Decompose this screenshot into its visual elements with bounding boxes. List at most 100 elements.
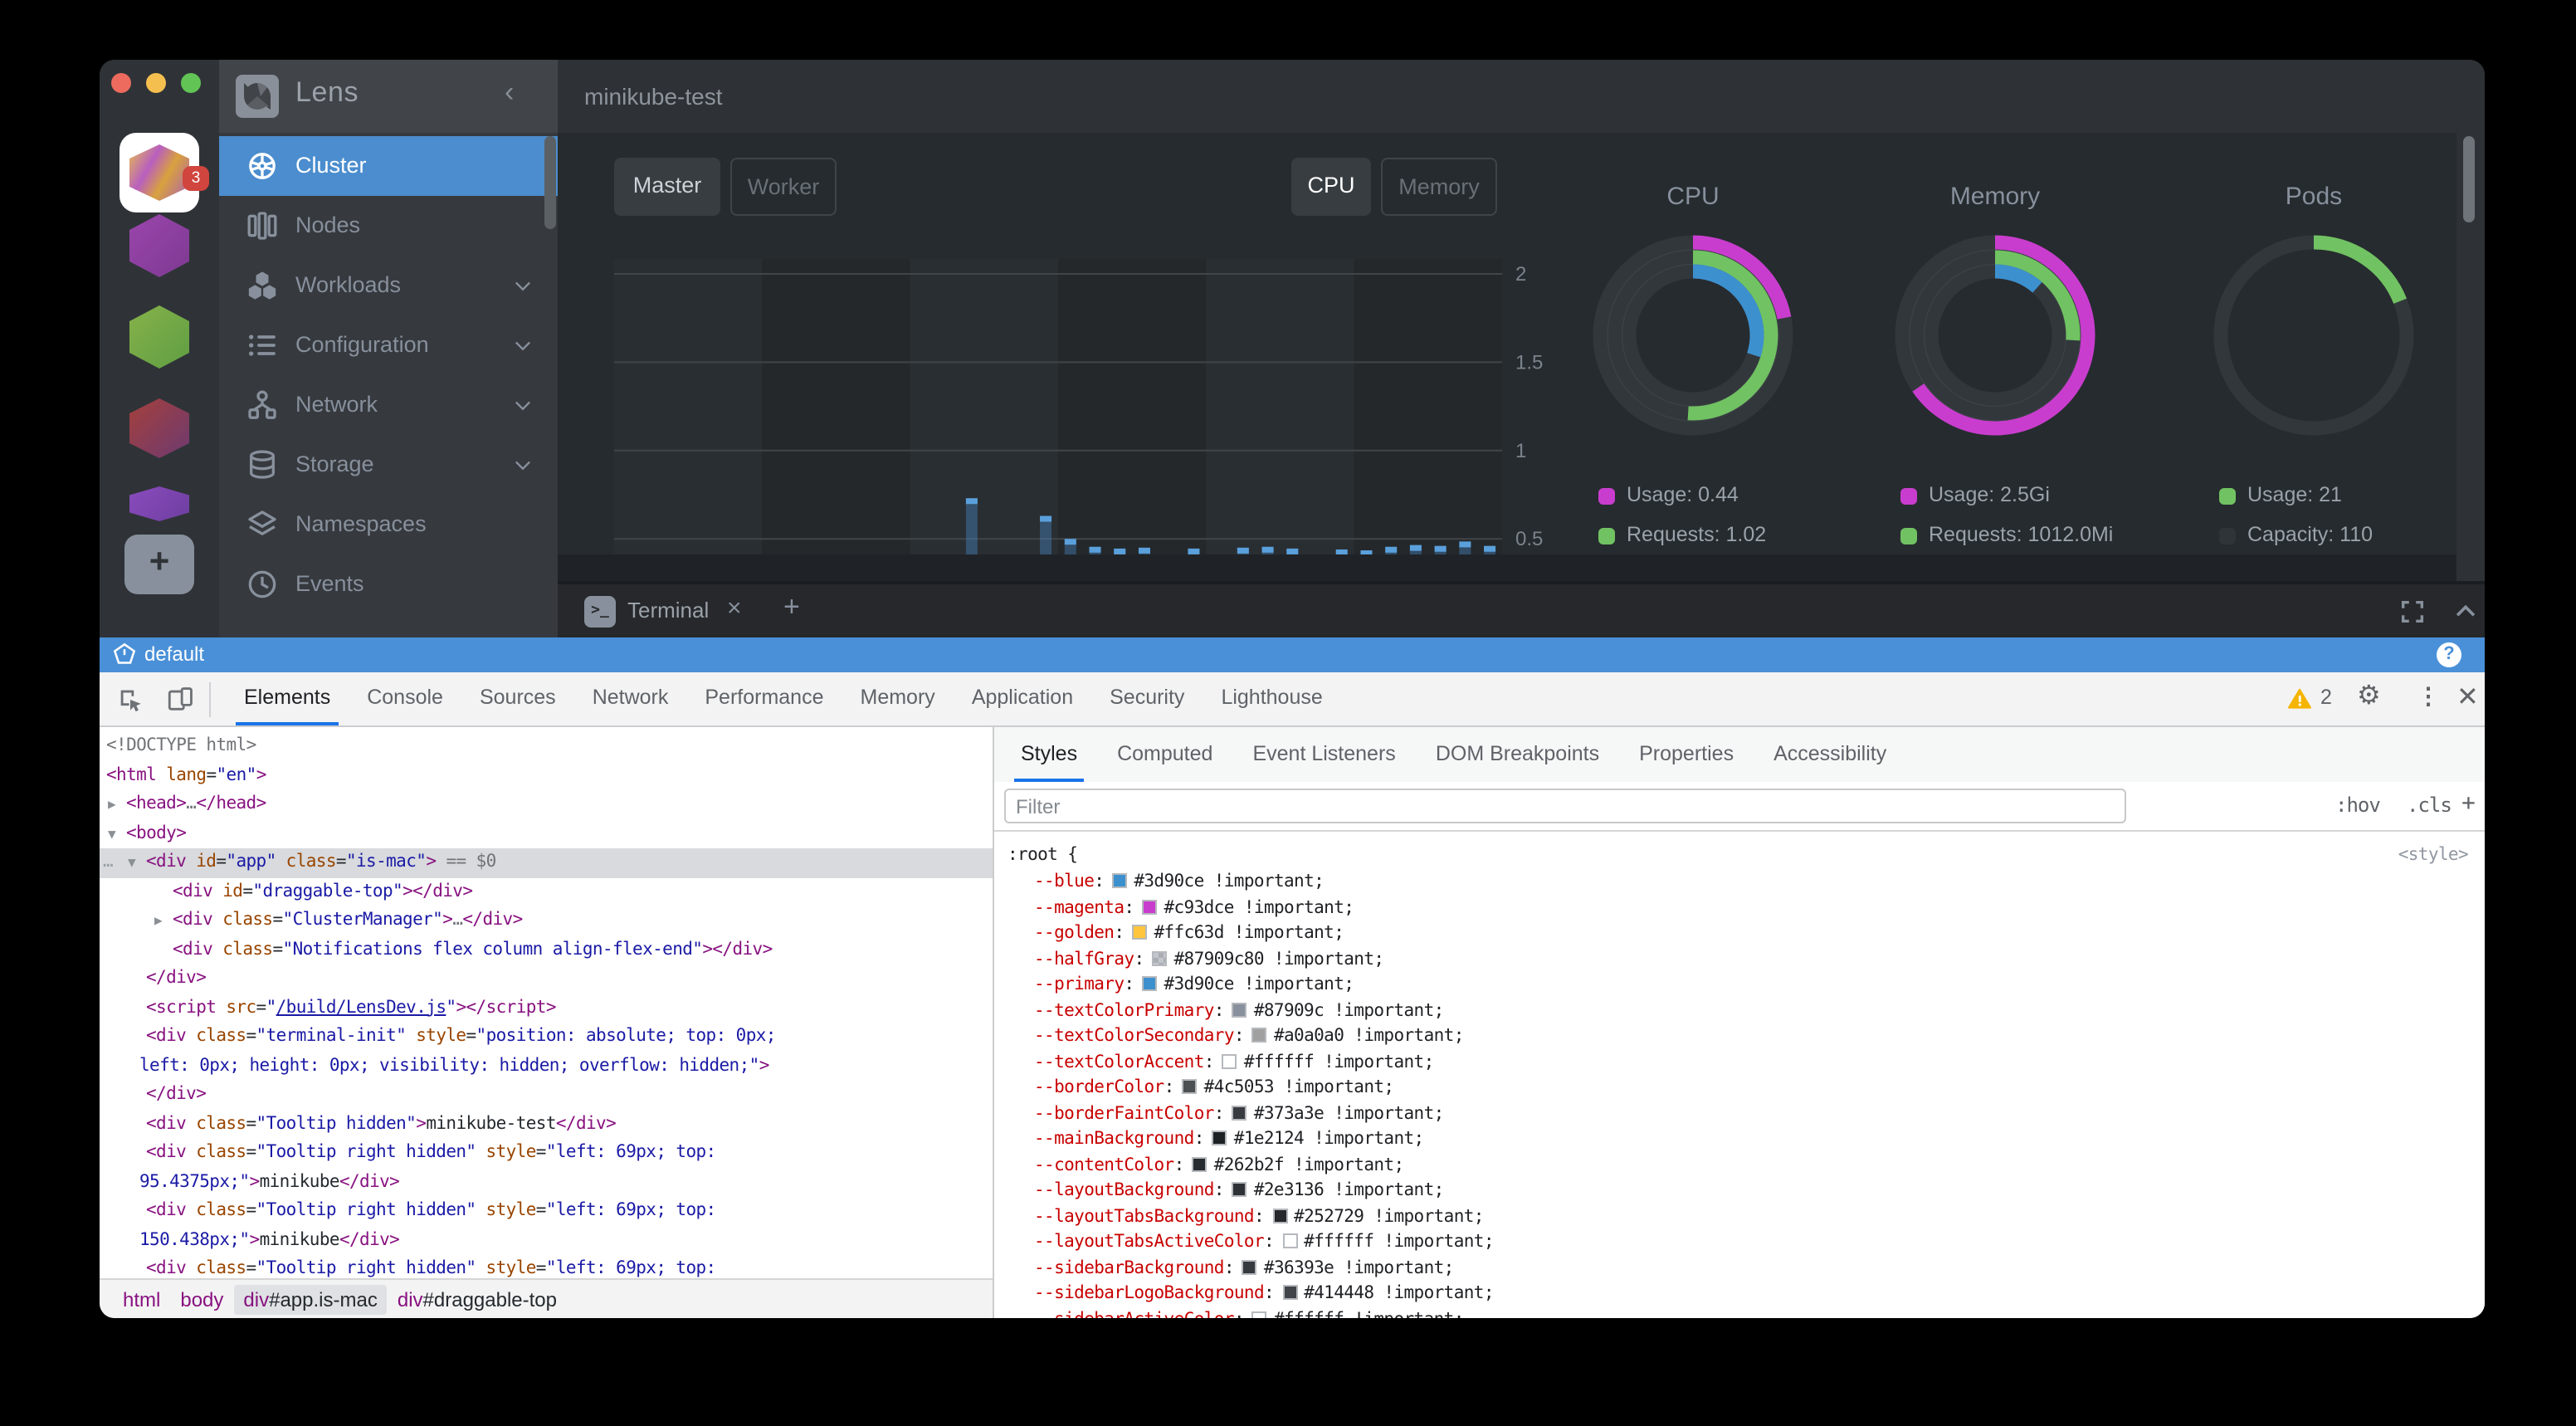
color-swatch[interactable] bbox=[1282, 1285, 1297, 1300]
css-variable-row[interactable]: --sidebarLogoBackground:#414448 !importa… bbox=[994, 1282, 2485, 1307]
color-swatch[interactable] bbox=[1232, 1105, 1247, 1120]
color-swatch[interactable] bbox=[1232, 1002, 1247, 1017]
gear-icon[interactable]: ⚙ bbox=[2357, 679, 2381, 712]
sidebar-item-workloads[interactable]: Workloads bbox=[219, 256, 558, 315]
warning-count[interactable]: 2 bbox=[2320, 686, 2332, 709]
styles-tab-properties[interactable]: Properties bbox=[1619, 727, 1754, 782]
sidebar-item-namespaces[interactable]: Namespaces bbox=[219, 495, 558, 554]
rule-selector[interactable]: :root { bbox=[1007, 845, 1077, 865]
terminal-add-icon[interactable]: + bbox=[783, 591, 800, 624]
dom-tree-line[interactable]: </div> bbox=[100, 1081, 993, 1110]
dom-tree-line[interactable]: <html lang="en"> bbox=[100, 761, 993, 790]
css-variable-row[interactable]: --halfGray:#87909c80 !important; bbox=[994, 947, 2485, 973]
breadcrumb-item[interactable]: body bbox=[170, 1284, 233, 1314]
dom-tree-line[interactable]: <div id="draggable-top"></div> bbox=[100, 877, 993, 906]
color-swatch[interactable] bbox=[1212, 1131, 1227, 1145]
css-variable-row[interactable]: --layoutBackground:#2e3136 !important; bbox=[994, 1179, 2485, 1204]
color-swatch[interactable] bbox=[1153, 950, 1168, 965]
inspect-element-icon[interactable] bbox=[116, 686, 144, 714]
terminal-collapse-icon[interactable] bbox=[2452, 598, 2480, 626]
devtools-tab-sources[interactable]: Sources bbox=[461, 672, 574, 725]
dom-tree-line[interactable]: 150.438px;">minikube</div> bbox=[100, 1226, 993, 1255]
devtools-tab-network[interactable]: Network bbox=[574, 672, 687, 725]
dom-tree-line[interactable]: <div class="Tooltip right hidden" style=… bbox=[100, 1139, 993, 1168]
chevron-down-icon[interactable] bbox=[511, 274, 534, 297]
expanded-arrow-icon[interactable]: ▼ bbox=[128, 848, 135, 877]
cpu-tab[interactable]: CPU bbox=[1291, 158, 1371, 216]
css-variable-row[interactable]: --sidebarBackground:#36393e !important; bbox=[994, 1256, 2485, 1282]
help-icon[interactable]: ? bbox=[2437, 642, 2461, 667]
color-swatch[interactable] bbox=[1132, 925, 1147, 940]
styles-tab-accessibility[interactable]: Accessibility bbox=[1754, 727, 1906, 782]
devtools-tab-memory[interactable]: Memory bbox=[842, 672, 954, 725]
main-scrollbar[interactable] bbox=[2463, 136, 2475, 222]
more-menu-icon[interactable]: ⋮ bbox=[2417, 682, 2440, 711]
sidebar-item-configuration[interactable]: Configuration bbox=[219, 315, 558, 375]
dom-gutter-ellipsis[interactable]: … bbox=[103, 848, 113, 877]
dom-tree-line[interactable]: …▼<div id="app" class="is-mac"> == $0 bbox=[100, 848, 993, 877]
color-swatch[interactable] bbox=[1272, 1208, 1287, 1223]
cluster-icon-2[interactable] bbox=[129, 214, 189, 277]
css-variable-row[interactable]: --borderFaintColor:#373a3e !important; bbox=[994, 1101, 2485, 1127]
memory-tab[interactable]: Memory bbox=[1381, 158, 1497, 216]
css-variable-row[interactable]: --textColorPrimary:#87909c !important; bbox=[994, 999, 2485, 1024]
color-swatch[interactable] bbox=[1112, 873, 1127, 888]
terminal-close-icon[interactable]: × bbox=[727, 594, 742, 623]
add-cluster-button[interactable]: + bbox=[124, 535, 194, 594]
sidebar-collapse-icon[interactable]: ‹ bbox=[505, 76, 514, 110]
breadcrumb-item[interactable]: html bbox=[113, 1284, 170, 1314]
dom-tree-line[interactable]: <div class="Notifications flex column al… bbox=[100, 935, 993, 965]
warning-icon[interactable] bbox=[2287, 687, 2312, 711]
chevron-down-icon[interactable] bbox=[511, 393, 534, 417]
cluster-icon-4[interactable] bbox=[129, 398, 189, 458]
css-variable-row[interactable]: --blue:#3d90ce !important; bbox=[994, 870, 2485, 896]
devtools-tab-security[interactable]: Security bbox=[1091, 672, 1203, 725]
devtools-close-icon[interactable]: ✕ bbox=[2456, 681, 2479, 714]
close-traffic-light[interactable] bbox=[111, 73, 131, 93]
dom-tree-line[interactable]: ▼<body> bbox=[100, 819, 993, 848]
color-swatch[interactable] bbox=[1193, 1156, 1208, 1171]
toggle-class-button[interactable]: .cls bbox=[2407, 794, 2452, 817]
dom-tree-line[interactable]: <div class="Tooltip right hidden" style=… bbox=[100, 1197, 993, 1226]
color-swatch[interactable] bbox=[1252, 1028, 1267, 1043]
dom-tree-line[interactable]: left: 0px; height: 0px; visibility: hidd… bbox=[100, 1052, 993, 1081]
styles-tab-computed[interactable]: Computed bbox=[1097, 727, 1232, 782]
terminal-tab-label[interactable]: Terminal bbox=[627, 598, 709, 623]
devtools-tab-console[interactable]: Console bbox=[349, 672, 461, 725]
dom-tree-line[interactable]: <!DOCTYPE html> bbox=[100, 732, 993, 761]
new-rule-button[interactable]: + bbox=[2461, 790, 2475, 817]
sidebar-item-events[interactable]: Events bbox=[219, 554, 558, 614]
color-swatch[interactable] bbox=[1183, 1079, 1198, 1094]
dom-tree-line[interactable]: ▶<div class="ClusterManager">…</div> bbox=[100, 906, 993, 935]
dom-tree-line[interactable]: <script src="/build/LensDev.js"></script… bbox=[100, 994, 993, 1023]
dom-tree-line[interactable]: 95.4375px;">minikube</div> bbox=[100, 1168, 993, 1197]
css-variable-row[interactable]: --textColorSecondary:#a0a0a0 !important; bbox=[994, 1024, 2485, 1050]
expanded-arrow-icon[interactable]: ▼ bbox=[108, 819, 115, 848]
css-variable-row[interactable]: --textColorAccent:#ffffff !important; bbox=[994, 1050, 2485, 1076]
minimize-traffic-light[interactable] bbox=[146, 73, 166, 93]
color-swatch[interactable] bbox=[1142, 899, 1157, 914]
dom-tree-line[interactable]: <div class="terminal-init" style="positi… bbox=[100, 1023, 993, 1052]
dom-tree-line[interactable]: <div class="Tooltip hidden">minikube-tes… bbox=[100, 1110, 993, 1139]
css-variable-row[interactable]: --sidebarActiveColor:#ffffff !important; bbox=[994, 1307, 2485, 1318]
breadcrumb-item[interactable]: div#draggable-top bbox=[388, 1284, 567, 1314]
styles-tab-dom-breakpoints[interactable]: DOM Breakpoints bbox=[1416, 727, 1619, 782]
toggle-hover-button[interactable]: :hov bbox=[2335, 794, 2380, 817]
chevron-down-icon[interactable] bbox=[511, 334, 534, 357]
device-toolbar-icon[interactable] bbox=[166, 686, 194, 714]
color-swatch[interactable] bbox=[1232, 1182, 1247, 1197]
dom-tree-line[interactable]: </div> bbox=[100, 965, 993, 994]
css-variable-row[interactable]: --layoutTabsActiveColor:#ffffff !importa… bbox=[994, 1230, 2485, 1256]
devtools-tab-elements[interactable]: Elements bbox=[226, 672, 349, 725]
collapsed-arrow-icon[interactable]: ▶ bbox=[154, 906, 162, 935]
color-swatch[interactable] bbox=[1142, 976, 1157, 991]
sidebar-item-nodes[interactable]: Nodes bbox=[219, 196, 558, 256]
sidebar-scrollbar[interactable] bbox=[544, 136, 556, 229]
worker-tab[interactable]: Worker bbox=[730, 158, 837, 216]
sidebar-item-storage[interactable]: Storage bbox=[219, 435, 558, 495]
dom-tree-line[interactable]: ▶<head>…</head> bbox=[100, 790, 993, 819]
css-variable-row[interactable]: --contentColor:#262b2f !important; bbox=[994, 1153, 2485, 1179]
devtools-tab-lighthouse[interactable]: Lighthouse bbox=[1203, 672, 1340, 725]
css-variable-row[interactable]: --primary:#3d90ce !important; bbox=[994, 973, 2485, 999]
css-variable-row[interactable]: --golden:#ffc63d !important; bbox=[994, 921, 2485, 947]
